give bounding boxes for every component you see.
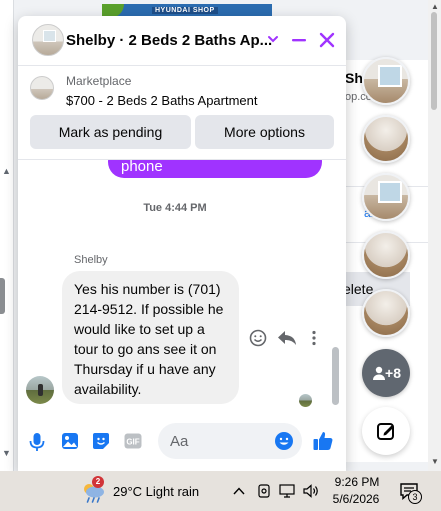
chat-avatar[interactable]: [32, 24, 64, 56]
left-scroll-handle[interactable]: [0, 278, 5, 314]
listing-thumbnail: [30, 76, 54, 100]
chat-window: Shelby · 2 Beds 2 Baths Ap... Marketplac…: [18, 16, 346, 471]
sticker-icon[interactable]: [92, 432, 110, 450]
windows-taskbar: 2 29°C Light rain 9:26 PM 5/6/2026 3: [0, 471, 441, 511]
chathead-room-3[interactable]: [362, 173, 410, 221]
chevron-down-icon[interactable]: [266, 32, 280, 46]
sidebar-title: Sh: [345, 70, 363, 86]
seen-indicator-avatar: [299, 394, 312, 407]
more-chats-count: +8: [385, 365, 401, 381]
left-scroll-up-icon[interactable]: ▲: [2, 166, 11, 176]
chathead-room-1[interactable]: [362, 57, 410, 105]
compose-icon: [377, 423, 394, 440]
camera-icon[interactable]: [257, 483, 271, 499]
chathead-room-4[interactable]: [362, 231, 410, 279]
chat-header[interactable]: Shelby · 2 Beds 2 Baths Ap...: [18, 16, 346, 66]
message-input-placeholder: Aa: [170, 433, 189, 450]
react-emoji-icon[interactable]: [249, 329, 267, 347]
scroll-up-icon[interactable]: ▲: [431, 2, 439, 11]
sent-message-text: phone: [121, 160, 163, 175]
marketplace-label: Marketplace: [66, 74, 132, 88]
message-scrollbar-thumb[interactable]: [332, 347, 339, 405]
sent-message-bubble[interactable]: phone: [108, 160, 322, 178]
sender-name: Shelby: [74, 254, 108, 266]
network-icon[interactable]: [279, 483, 297, 499]
clock-date[interactable]: 5/6/2026: [328, 492, 384, 506]
message-list[interactable]: phone Tue 4:44 PM Shelby Yes his number …: [18, 160, 346, 409]
weather-badge: 2: [92, 476, 104, 488]
volume-icon[interactable]: [303, 483, 321, 499]
mark-as-pending-button[interactable]: Mark as pending: [30, 115, 191, 149]
more-chats-button[interactable]: +8: [362, 349, 410, 397]
message-input[interactable]: Aa: [158, 423, 302, 459]
received-message-bubble[interactable]: Yes his number is (701) 214-9512. If pos…: [62, 271, 239, 404]
listing-title: $700 - 2 Beds 2 Baths Apartment: [66, 93, 258, 108]
more-options-button[interactable]: More options: [195, 115, 334, 149]
more-actions-icon[interactable]: [308, 329, 320, 347]
reply-icon[interactable]: [277, 329, 297, 347]
svg-text:GIF: GIF: [126, 438, 139, 447]
microphone-icon[interactable]: [28, 432, 46, 452]
emoji-icon[interactable]: [274, 431, 294, 451]
clock-time[interactable]: 9:26 PM: [332, 475, 382, 489]
message-timestamp: Tue 4:44 PM: [143, 202, 207, 214]
marketplace-listing-row[interactable]: Marketplace $700 - 2 Beds 2 Baths Apartm…: [18, 67, 346, 111]
message-composer: GIF Aa: [18, 420, 346, 462]
left-scroll-down-icon[interactable]: ▼: [2, 448, 11, 458]
left-panel-edge: [0, 0, 14, 471]
thumbs-up-icon[interactable]: [312, 430, 334, 452]
ad-text: HYUNDAI SHOP: [152, 7, 218, 14]
close-icon[interactable]: [317, 30, 337, 50]
notification-count-badge: 3: [408, 490, 422, 504]
show-hidden-icons-chevron-icon[interactable]: [232, 484, 246, 498]
chathead-room-2[interactable]: [362, 115, 410, 163]
weather-text[interactable]: 29°C Light rain: [113, 484, 199, 499]
chat-title[interactable]: Shelby · 2 Beds 2 Baths Ap...: [66, 32, 272, 49]
sender-avatar[interactable]: [26, 376, 54, 404]
scrollbar-thumb[interactable]: [431, 12, 437, 110]
chathead-room-5[interactable]: [362, 289, 410, 337]
minimize-icon[interactable]: [290, 30, 308, 50]
gif-icon[interactable]: GIF: [124, 433, 142, 449]
image-icon[interactable]: [61, 432, 79, 450]
new-message-button[interactable]: [362, 407, 410, 455]
scroll-down-icon[interactable]: ▼: [431, 457, 439, 466]
